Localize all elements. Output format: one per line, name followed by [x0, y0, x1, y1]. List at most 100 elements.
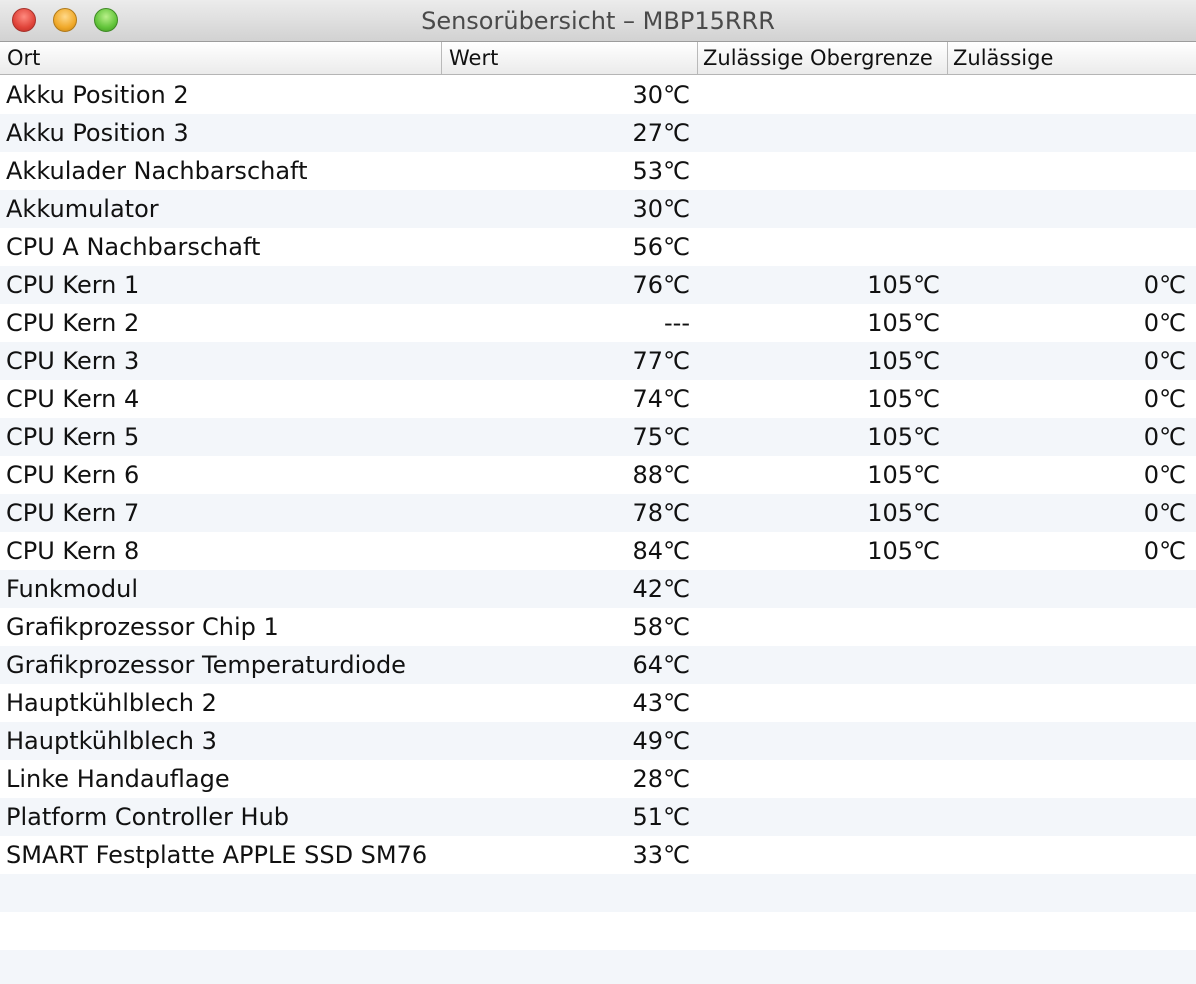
row-ort: Platform Controller Hub — [6, 803, 290, 831]
row-untergrenze — [948, 760, 1186, 798]
table-row[interactable]: CPU Kern 6 88℃ 105℃ 0℃ — [0, 456, 1196, 494]
table-row[interactable]: CPU A Nachbarschaft 56℃ — [0, 228, 1196, 266]
table-row[interactable]: Akku Position 2 30℃ — [0, 76, 1196, 114]
row-wert: 84℃ — [632, 537, 691, 565]
row-obergrenze — [700, 190, 940, 228]
row-wert: 88℃ — [632, 461, 691, 489]
column-header-wert[interactable]: Wert — [441, 42, 697, 74]
row-untergrenze — [948, 684, 1186, 722]
column-header-obergrenze[interactable]: Zulässige Obergrenze — [697, 42, 947, 74]
row-obergrenze — [700, 836, 940, 874]
table-row[interactable]: CPU Kern 7 78℃ 105℃ 0℃ — [0, 494, 1196, 532]
row-wert: 51℃ — [632, 803, 691, 831]
row-obergrenze: 105℃ — [867, 499, 940, 527]
table-row[interactable]: Grafikprozessor Temperaturdiode 64℃ — [0, 646, 1196, 684]
row-untergrenze — [948, 190, 1186, 228]
table-row[interactable]: CPU Kern 4 74℃ 105℃ 0℃ — [0, 380, 1196, 418]
table-row[interactable]: Grafikprozessor Chip 1 58℃ — [0, 608, 1196, 646]
row-untergrenze: 0℃ — [1143, 461, 1186, 489]
row-ort: Akkumulator — [6, 195, 159, 223]
table-row[interactable]: CPU Kern 3 77℃ 105℃ 0℃ — [0, 342, 1196, 380]
table-row[interactable]: CPU Kern 8 84℃ 105℃ 0℃ — [0, 532, 1196, 570]
table-row[interactable]: Platform Controller Hub 51℃ — [0, 798, 1196, 836]
row-obergrenze: 105℃ — [867, 385, 940, 413]
row-untergrenze — [948, 114, 1186, 152]
row-wert: 58℃ — [632, 613, 691, 641]
row-obergrenze — [700, 684, 940, 722]
row-untergrenze: 0℃ — [1143, 499, 1186, 527]
row-wert: 76℃ — [632, 271, 691, 299]
table-row[interactable]: Linke Handauflage 28℃ — [0, 760, 1196, 798]
row-wert: 27℃ — [632, 119, 691, 147]
row-ort: Funkmodul — [6, 575, 138, 603]
row-ort: Grafikprozessor Chip 1 — [6, 613, 279, 641]
row-ort: CPU Kern 2 — [6, 309, 140, 337]
table-row[interactable]: CPU Kern 2 --- 105℃ 0℃ — [0, 304, 1196, 342]
row-wert: 43℃ — [632, 689, 691, 717]
table-row[interactable]: Akkumulator 30℃ — [0, 190, 1196, 228]
row-ort: Akku Position 3 — [6, 119, 189, 147]
row-untergrenze — [948, 608, 1186, 646]
row-ort: Akkulader Nachbarschaft — [6, 157, 308, 185]
column-header-ort[interactable]: Ort — [0, 42, 440, 74]
row-ort: CPU Kern 1 — [6, 271, 140, 299]
empty-row — [0, 874, 1196, 912]
row-obergrenze — [700, 646, 940, 684]
row-obergrenze: 105℃ — [867, 537, 940, 565]
empty-row — [0, 912, 1196, 950]
row-obergrenze — [700, 152, 940, 190]
row-untergrenze — [948, 152, 1186, 190]
column-header-untergrenze[interactable]: Zulässige — [947, 42, 1196, 74]
row-ort: CPU Kern 3 — [6, 347, 140, 375]
row-wert: 75℃ — [632, 423, 691, 451]
row-untergrenze: 0℃ — [1143, 271, 1186, 299]
row-wert: 30℃ — [632, 81, 691, 109]
row-obergrenze: 105℃ — [867, 423, 940, 451]
sensor-overview-window: Sensorübersicht – MBP15RRR Ort Wert Zulä… — [0, 0, 1196, 984]
table-row[interactable]: Akku Position 3 27℃ — [0, 114, 1196, 152]
row-obergrenze — [700, 722, 940, 760]
window-title: Sensorübersicht – MBP15RRR — [421, 7, 775, 35]
row-obergrenze: 105℃ — [867, 347, 940, 375]
sensor-table-body: Akku Position 2 30℃ Akku Position 3 27℃ Akku… — [0, 76, 1196, 984]
table-row[interactable]: SMART Festplatte APPLE SSD SM76 33℃ — [0, 836, 1196, 874]
row-untergrenze — [948, 798, 1186, 836]
row-untergrenze — [948, 646, 1186, 684]
row-wert: --- — [664, 309, 690, 337]
row-untergrenze: 0℃ — [1143, 423, 1186, 451]
row-wert: 64℃ — [632, 651, 691, 679]
table-row[interactable]: CPU Kern 1 76℃ 105℃ 0℃ — [0, 266, 1196, 304]
row-untergrenze — [948, 836, 1186, 874]
row-ort: CPU Kern 4 — [6, 385, 140, 413]
table-row[interactable]: Hauptkühlblech 3 49℃ — [0, 722, 1196, 760]
row-ort: Akku Position 2 — [6, 81, 189, 109]
row-untergrenze — [948, 722, 1186, 760]
row-ort: CPU Kern 7 — [6, 499, 140, 527]
row-obergrenze — [700, 570, 940, 608]
row-obergrenze — [700, 608, 940, 646]
row-obergrenze: 105℃ — [867, 271, 940, 299]
row-wert: 30℃ — [632, 195, 691, 223]
row-obergrenze — [700, 114, 940, 152]
row-obergrenze — [700, 760, 940, 798]
row-untergrenze: 0℃ — [1143, 537, 1186, 565]
row-obergrenze — [700, 228, 940, 266]
row-ort: SMART Festplatte APPLE SSD SM76 — [6, 841, 428, 869]
row-obergrenze: 105℃ — [867, 461, 940, 489]
table-row[interactable]: Akkulader Nachbarschaft 53℃ — [0, 152, 1196, 190]
row-ort: Hauptkühlblech 2 — [6, 689, 217, 717]
row-wert: 49℃ — [632, 727, 691, 755]
table-row[interactable]: Hauptkühlblech 2 43℃ — [0, 684, 1196, 722]
table-row[interactable]: CPU Kern 5 75℃ 105℃ 0℃ — [0, 418, 1196, 456]
table-row[interactable]: Funkmodul 42℃ — [0, 570, 1196, 608]
row-obergrenze: 105℃ — [867, 309, 940, 337]
row-ort: Linke Handauflage — [6, 765, 230, 793]
row-ort: CPU Kern 6 — [6, 461, 140, 489]
row-ort: Hauptkühlblech 3 — [6, 727, 217, 755]
row-untergrenze: 0℃ — [1143, 347, 1186, 375]
title-bar[interactable]: Sensorübersicht – MBP15RRR — [0, 0, 1196, 42]
row-ort: CPU Kern 5 — [6, 423, 140, 451]
row-untergrenze — [948, 76, 1186, 114]
row-wert: 42℃ — [632, 575, 691, 603]
row-untergrenze: 0℃ — [1143, 309, 1186, 337]
